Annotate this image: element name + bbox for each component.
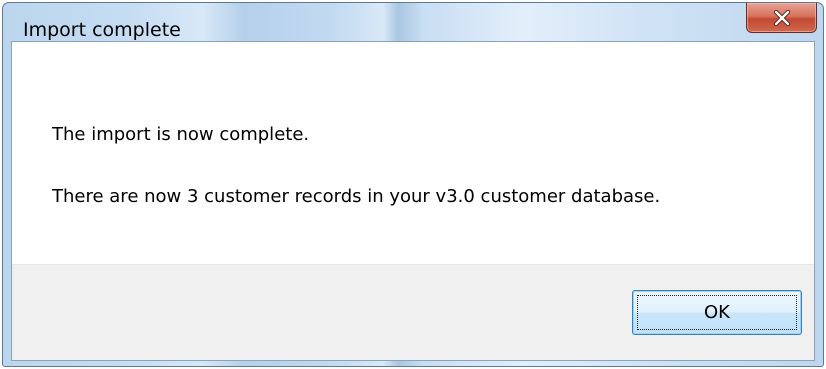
ok-button-label: OK (704, 301, 730, 323)
close-button[interactable] (746, 3, 817, 33)
button-bar: OK (12, 264, 814, 360)
title-bar[interactable]: Import complete (3, 3, 823, 41)
message-area: The import is now complete. There are no… (12, 42, 814, 264)
ok-button[interactable]: OK (632, 290, 802, 335)
import-complete-dialog: Import complete The import is now comple… (2, 2, 824, 367)
window-title: Import complete (23, 19, 181, 41)
close-icon (772, 9, 792, 26)
message-line-2: There are now 3 customer records in your… (52, 186, 661, 207)
message-line-1: The import is now complete. (52, 124, 310, 145)
dialog-body: The import is now complete. There are no… (11, 41, 815, 361)
